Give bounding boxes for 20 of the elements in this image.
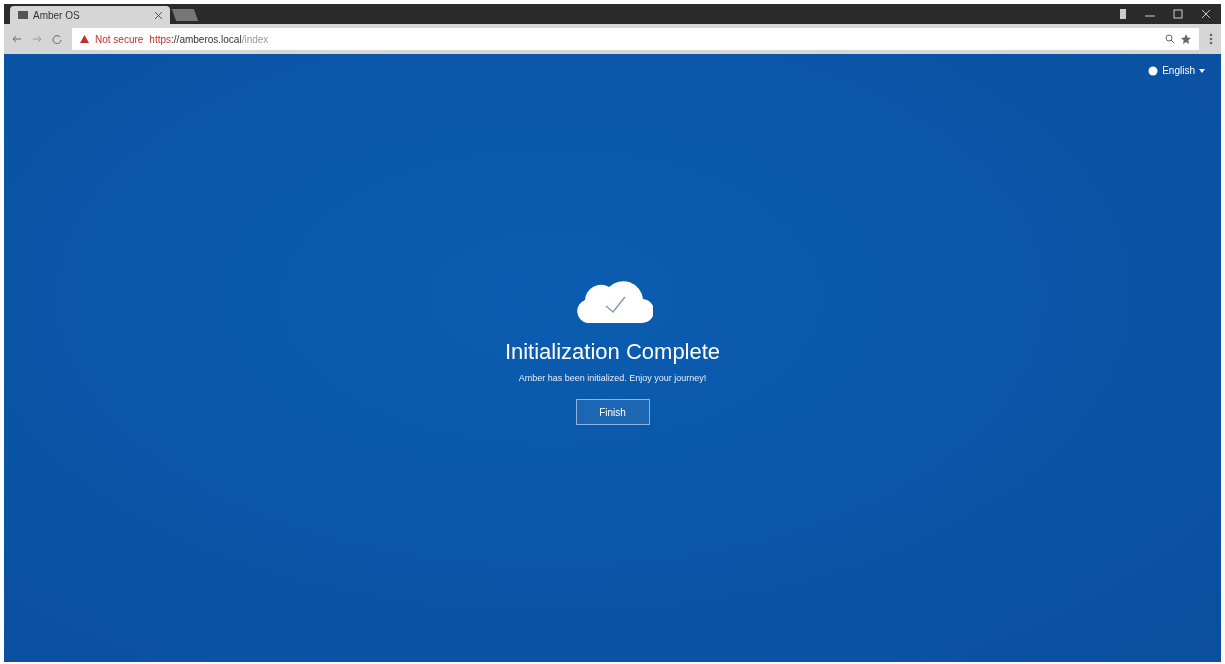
address-bar[interactable]: Not secure https://amberos.local/index (72, 28, 1199, 50)
page-title: Initialization Complete (504, 339, 721, 365)
url-text: https://amberos.local/index (149, 33, 269, 45)
warning-icon (80, 35, 89, 43)
caret-icon (1199, 68, 1205, 73)
maximize-icon[interactable] (1173, 9, 1183, 19)
back-arrow-icon[interactable] (12, 34, 22, 44)
finish-button[interactable]: Finish (575, 399, 650, 425)
page-icon (18, 11, 28, 19)
star-icon[interactable] (1181, 34, 1191, 44)
browser-tab[interactable]: Amber OS (10, 6, 170, 24)
search-icon[interactable] (1165, 34, 1175, 44)
tab-title: Amber OS (33, 9, 81, 21)
status-message: Amber has been initialized. Enjoy your journey! (518, 373, 707, 383)
language-selector[interactable]: English (1142, 64, 1211, 77)
reload-icon[interactable] (52, 34, 62, 44)
new-tab-button[interactable] (171, 9, 199, 21)
menu-icon[interactable] (1209, 33, 1213, 45)
security-label: Not secure (95, 33, 144, 45)
close-icon[interactable] (155, 11, 162, 19)
